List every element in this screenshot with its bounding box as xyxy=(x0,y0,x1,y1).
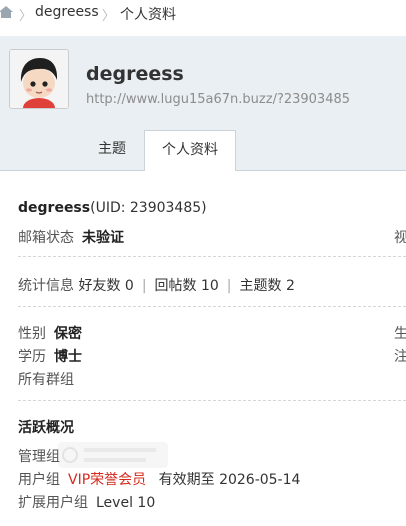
admin-group-label: 管理组 xyxy=(18,449,60,465)
right-cut-text: 生 xyxy=(394,326,406,342)
groups-label: 所有群组 xyxy=(18,372,74,388)
stats-row: 统计信息 好友数 0 | 回帖数 10 | 主题数 2 xyxy=(18,275,295,295)
topics-count[interactable]: 主题数 2 xyxy=(240,278,295,294)
breadcrumb: 〉 degreess 〉 个人资料 xyxy=(0,0,406,30)
gender-row: 性别 保密 xyxy=(18,323,82,343)
replies-count[interactable]: 回帖数 10 xyxy=(155,278,219,294)
email-status-label: 邮箱状态 xyxy=(18,230,74,246)
email-status-row: 邮箱状态 未验证 xyxy=(18,227,124,247)
valid-until-label: 有效期至 xyxy=(158,472,215,488)
user-group-value[interactable]: VIP荣誉会员 xyxy=(68,472,146,488)
stats-label: 统计信息 xyxy=(18,278,74,294)
watermark-logo xyxy=(58,442,168,468)
valid-until-value: 2026-05-14 xyxy=(219,472,301,488)
profile-url[interactable]: http://www.lugu15a67n.buzz/?23903485 xyxy=(86,92,350,107)
tab-topics[interactable]: 主题 xyxy=(84,130,140,169)
education-value: 博士 xyxy=(54,349,82,365)
gender-value: 保密 xyxy=(54,326,82,342)
home-icon[interactable] xyxy=(0,4,14,20)
user-group-label: 用户组 xyxy=(18,472,60,488)
divider xyxy=(18,306,406,307)
education-row: 学历 博士 xyxy=(18,346,82,366)
avatar[interactable] xyxy=(9,49,69,109)
education-label: 学历 xyxy=(18,349,46,365)
friends-count[interactable]: 好友数 0 xyxy=(78,278,133,294)
groups-row: 所有群组 xyxy=(18,369,74,389)
tab-profile[interactable]: 个人资料 xyxy=(144,130,236,171)
uid-text: (UID: 23903485) xyxy=(90,200,207,216)
email-status-value: 未验证 xyxy=(82,230,124,246)
breadcrumb-user[interactable]: degreess xyxy=(35,4,99,20)
user-title-row: degreess(UID: 23903485) xyxy=(18,200,207,216)
right-cut-text: 视 xyxy=(394,230,406,246)
divider xyxy=(18,256,406,257)
user-group-row: 用户组 VIP荣誉会员 有效期至 2026-05-14 xyxy=(18,469,300,489)
divider xyxy=(18,400,406,401)
right-cut-text: 注 xyxy=(394,349,406,365)
ext-group-value: Level 10 xyxy=(96,495,156,511)
gender-label: 性别 xyxy=(18,326,46,342)
stats-separator: | xyxy=(141,278,147,294)
ext-group-row: 扩展用户组 Level 10 xyxy=(18,492,155,512)
breadcrumb-current: 个人资料 xyxy=(120,7,176,23)
username: degreess xyxy=(18,200,91,216)
breadcrumb-chevron-icon: 〉 xyxy=(102,9,116,24)
profile-name: degreess xyxy=(86,63,184,85)
activity-title: 活跃概况 xyxy=(18,420,74,436)
breadcrumb-chevron-icon: 〉 xyxy=(19,9,33,24)
profile-header: degreess http://www.lugu15a67n.buzz/?239… xyxy=(0,36,406,171)
admin-group-row: 管理组 xyxy=(18,446,60,466)
stats-separator: | xyxy=(226,278,232,294)
ext-group-label: 扩展用户组 xyxy=(18,495,88,511)
avatar-image xyxy=(10,50,68,108)
